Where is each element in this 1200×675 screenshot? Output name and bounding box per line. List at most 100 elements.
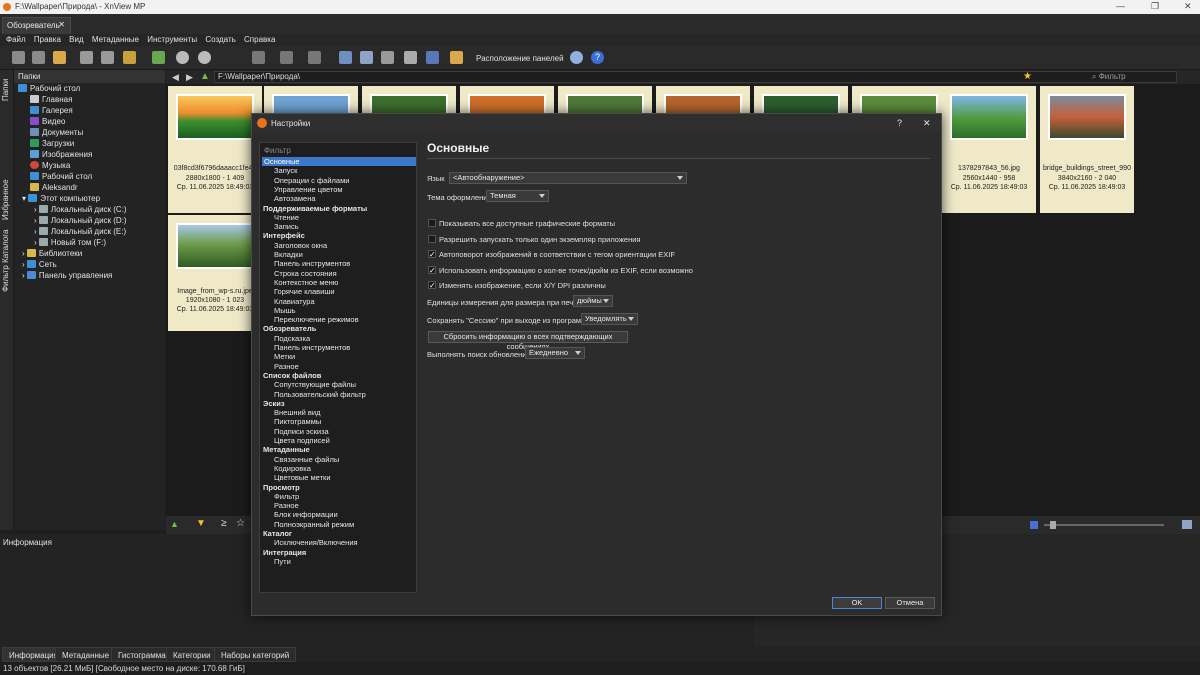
filter-funnel-icon[interactable]: ▼ bbox=[196, 518, 206, 529]
nav-item[interactable]: Поддерживаемые форматы bbox=[262, 204, 416, 213]
nav-item[interactable]: Основные bbox=[262, 157, 416, 166]
view-mode-icon[interactable] bbox=[252, 51, 265, 64]
side-tab-folders[interactable]: Папки bbox=[1, 76, 13, 104]
nav-item[interactable]: Переключение режимов bbox=[262, 315, 416, 324]
nav-item[interactable]: Автозамена bbox=[262, 194, 416, 203]
filter-input[interactable]: ⌕ Фильтр bbox=[1092, 71, 1200, 83]
nav-item[interactable]: Запись bbox=[262, 222, 416, 231]
nav-item[interactable]: Панель инструментов bbox=[262, 259, 416, 268]
help-icon[interactable]: ? bbox=[591, 51, 604, 64]
cancel-button[interactable]: Отмена bbox=[885, 597, 935, 609]
rotate-left-icon[interactable] bbox=[176, 51, 189, 64]
tree-item-video[interactable]: Видео bbox=[30, 117, 65, 128]
nav-item[interactable]: Интерфейс bbox=[262, 231, 416, 240]
units-select[interactable]: дюймы bbox=[573, 295, 613, 307]
nav-item[interactable]: Клавиатура bbox=[262, 297, 416, 306]
nav-item[interactable]: Интеграция bbox=[262, 548, 416, 557]
tree-item-desktop[interactable]: Рабочий стол bbox=[18, 84, 80, 95]
nav-item[interactable]: Исключения/Включения bbox=[262, 538, 416, 547]
zoom-slider-handle[interactable] bbox=[1050, 521, 1056, 529]
nav-item[interactable]: Связанные файлы bbox=[262, 455, 416, 464]
tree-item-drive-d[interactable]: › Локальный диск (D:) bbox=[34, 216, 127, 227]
nav-item[interactable]: Подписи эскиза bbox=[262, 427, 416, 436]
maximize-button[interactable]: ❐ bbox=[1151, 1, 1159, 12]
menu-metadata[interactable]: Метаданные bbox=[92, 35, 139, 44]
forward-arrow-icon[interactable]: ▶ bbox=[186, 72, 193, 83]
rotate-right-icon[interactable] bbox=[198, 51, 211, 64]
dialog-help-button[interactable]: ? bbox=[897, 118, 902, 128]
nav-item[interactable]: Строка состояния bbox=[262, 269, 416, 278]
sort-icon[interactable] bbox=[280, 51, 293, 64]
nav-item[interactable]: Метаданные bbox=[262, 445, 416, 454]
nav-item[interactable]: Цвета подписей bbox=[262, 436, 416, 445]
tree-item-this-pc[interactable]: ▾ Этот компьютер bbox=[22, 194, 100, 205]
open-icon[interactable] bbox=[12, 51, 25, 64]
image-icon[interactable] bbox=[53, 51, 66, 64]
checkbox-exif-rotate[interactable]: ✓ bbox=[428, 250, 436, 259]
nav-item[interactable]: Внешний вид bbox=[262, 408, 416, 417]
session-select[interactable]: Уведомлять bbox=[581, 313, 638, 325]
rating-star-icon[interactable]: ☆ bbox=[236, 518, 245, 529]
thumbnail-item[interactable]: 1378297843_56.jpg 2560x1440 - 958 Ср. 11… bbox=[942, 86, 1036, 213]
language-select[interactable]: <Автообнаружение> bbox=[449, 172, 687, 184]
tree-item-documents[interactable]: Документы bbox=[30, 128, 83, 139]
nav-item[interactable]: Пиктограммы bbox=[262, 417, 416, 426]
tree-item-pictures[interactable]: Изображения bbox=[30, 150, 92, 161]
tree-item-drive-f[interactable]: › Новый том (F:) bbox=[34, 238, 106, 249]
nav-item[interactable]: Подсказка bbox=[262, 334, 416, 343]
nav-item[interactable]: Операции с файлами bbox=[262, 176, 416, 185]
zoom-slider[interactable] bbox=[1044, 524, 1164, 526]
nav-filter-input[interactable]: Фильтр bbox=[262, 146, 414, 157]
tree-item-drive-e[interactable]: › Локальный диск (E:) bbox=[34, 227, 126, 238]
nav-item[interactable]: Горячие клавиши bbox=[262, 287, 416, 296]
nav-item[interactable]: Контекстное меню bbox=[262, 278, 416, 287]
tree-item-control-panel[interactable]: › Панель управления bbox=[22, 271, 112, 282]
slideshow-icon[interactable] bbox=[152, 51, 165, 64]
copy-icon[interactable] bbox=[80, 51, 93, 64]
nav-item[interactable]: Кодировка bbox=[262, 464, 416, 473]
update-select[interactable]: Ежедневно bbox=[525, 347, 585, 359]
nav-item[interactable]: Эскиз bbox=[262, 399, 416, 408]
rating-compare-icon[interactable]: ≥ bbox=[221, 518, 227, 529]
checkbox-dpi-resize[interactable]: ✓ bbox=[428, 281, 436, 290]
tag-icon[interactable] bbox=[450, 51, 463, 64]
tree-item-gallery[interactable]: Галерея bbox=[30, 106, 73, 117]
compare-icon[interactable] bbox=[360, 51, 373, 64]
tree-item-user[interactable]: Aleksandr bbox=[30, 183, 78, 194]
close-window-button[interactable]: ✕ bbox=[1184, 1, 1192, 12]
nav-item[interactable]: Разное bbox=[262, 501, 416, 510]
reset-confirmations-button[interactable]: Сбросить информацию о всех подтверждающи… bbox=[428, 331, 628, 351]
theme-select[interactable]: Темная bbox=[486, 190, 549, 202]
tab-category-sets[interactable]: Наборы категорий bbox=[214, 647, 297, 662]
nav-item[interactable]: Метки bbox=[262, 352, 416, 361]
nav-item[interactable]: Разное bbox=[262, 362, 416, 371]
copy-to-icon[interactable] bbox=[101, 51, 114, 64]
print-icon[interactable] bbox=[404, 51, 417, 64]
checkbox-exif-dpi[interactable]: ✓ bbox=[428, 266, 436, 275]
checkbox-show-all-formats[interactable] bbox=[428, 219, 436, 227]
tree-item-drive-c[interactable]: › Локальный диск (C:) bbox=[34, 205, 127, 216]
nav-item[interactable]: Заголовок окна bbox=[262, 241, 416, 250]
nav-item[interactable]: Чтение bbox=[262, 213, 416, 222]
nav-item[interactable]: Список файлов bbox=[262, 371, 416, 380]
thumbnail-item[interactable]: Image_from_wp-s.ru.jpe 1920x1080 - 1 023… bbox=[168, 215, 262, 331]
nav-item[interactable]: Сопутствующие файлы bbox=[262, 380, 416, 389]
thumbnail-item[interactable]: bridge_buildings_street_990 3840x2160 - … bbox=[1040, 86, 1134, 213]
nav-item[interactable]: Пользовательский фильтр bbox=[262, 390, 416, 399]
nav-item[interactable]: Фильтр bbox=[262, 492, 416, 501]
nav-item[interactable]: Управление цветом bbox=[262, 185, 416, 194]
path-input[interactable]: F:\Wallpaper\Природа\ bbox=[214, 71, 1177, 83]
gear-icon[interactable] bbox=[570, 51, 583, 64]
nav-item[interactable]: Обозреватель bbox=[262, 324, 416, 333]
up-arrow-icon[interactable]: ▲ bbox=[200, 71, 210, 82]
nav-item[interactable]: Мышь bbox=[262, 306, 416, 315]
capture-icon[interactable] bbox=[339, 51, 352, 64]
nav-item[interactable]: Запуск bbox=[262, 166, 416, 175]
tree-item-home[interactable]: Главная bbox=[30, 95, 72, 106]
tree-item-downloads[interactable]: Загрузки bbox=[30, 139, 74, 150]
thumbnail-item[interactable]: 03f8cd3f6796daaacc1fe43 2880x1800 - 1 40… bbox=[168, 86, 262, 213]
tree-item-network[interactable]: › Сеть bbox=[22, 260, 57, 271]
menu-help[interactable]: Справка bbox=[244, 35, 275, 44]
tree-item-libraries[interactable]: › Библиотеки bbox=[22, 249, 82, 260]
panels-layout-dropdown[interactable]: Расположение панелей bbox=[476, 54, 564, 63]
